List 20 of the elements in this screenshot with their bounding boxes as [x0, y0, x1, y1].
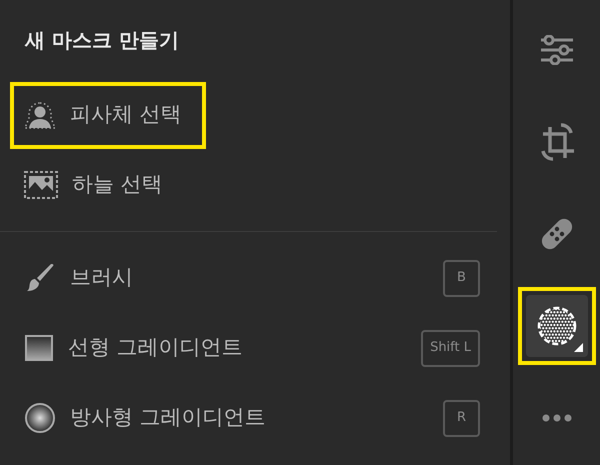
radial-gradient-icon: [24, 402, 56, 434]
shortcut-key: Shift L: [421, 330, 480, 366]
menu-item[interactable]: 방사형 그레이디언트: [24, 402, 266, 434]
panel-title: 새 마스크 만들기: [24, 27, 180, 54]
menu-item[interactable]: 브러시: [24, 262, 133, 294]
person-selection-icon: [24, 100, 56, 130]
crop-rotate-icon: [538, 123, 574, 161]
more-icon: [542, 414, 572, 422]
shortcut-key: B: [443, 260, 480, 296]
tool-button[interactable]: [518, 287, 596, 365]
corner-triangle-icon: [574, 343, 582, 352]
linear-gradient-icon: [24, 334, 54, 362]
mask-icon: [536, 306, 576, 346]
menu-item[interactable]: 피사체 선택: [10, 82, 206, 148]
shortcut-key: R: [443, 400, 480, 436]
brush-icon: [24, 262, 56, 294]
menu-item[interactable]: 하늘 선택: [10, 152, 187, 218]
sliders-icon: [540, 35, 574, 65]
image-selection-icon: [24, 171, 58, 199]
menu-item[interactable]: 선형 그레이디언트: [24, 332, 243, 364]
